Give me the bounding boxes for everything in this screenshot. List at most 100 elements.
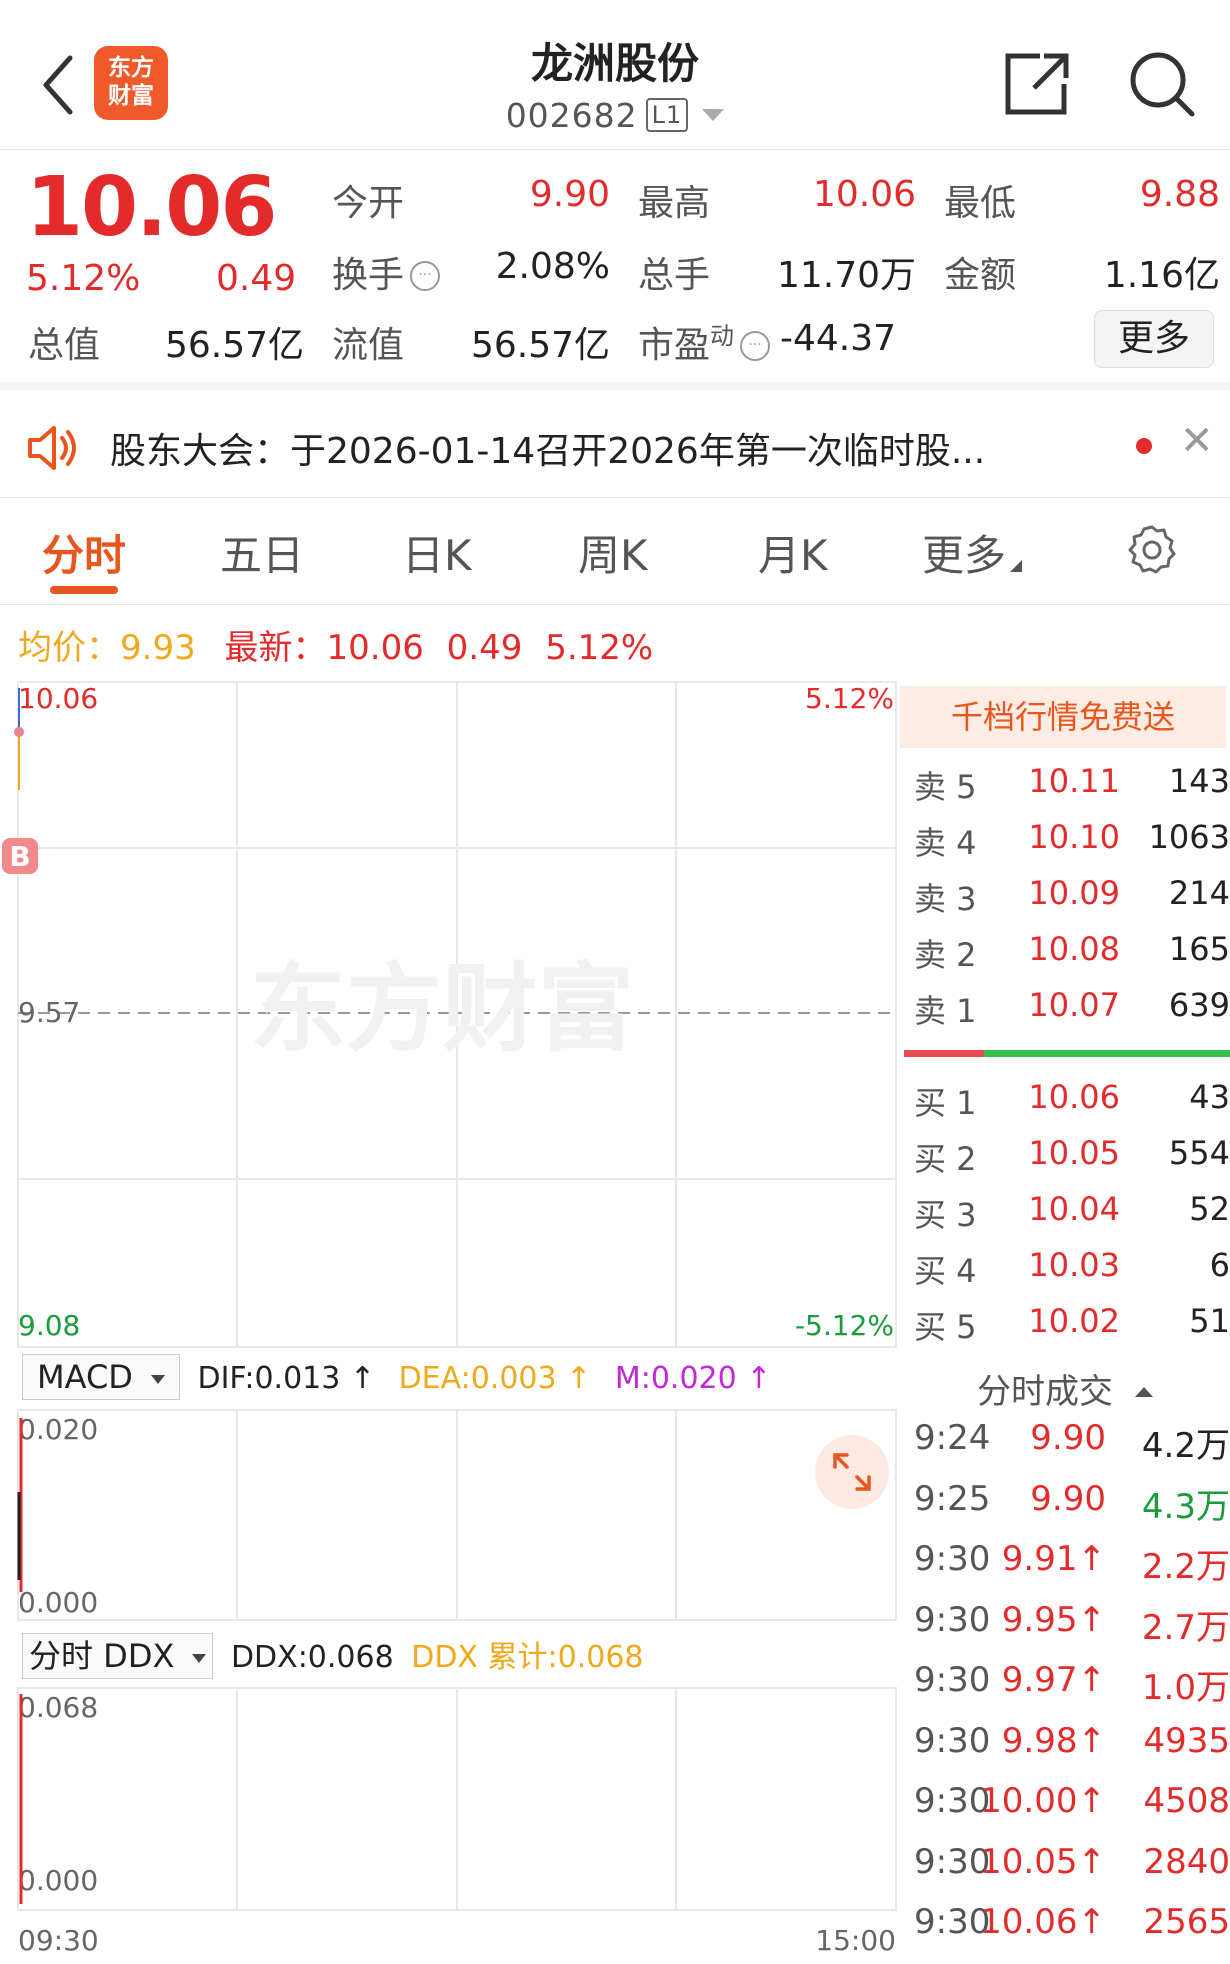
trade-volume: 4508 xyxy=(1143,1781,1230,1821)
avg-price-label: 均价： xyxy=(18,628,120,668)
trade-volume: 4.2万 xyxy=(1141,1426,1230,1466)
trade-volume: 4.3万 xyxy=(1141,1486,1230,1527)
trade-time: 9:30 xyxy=(914,1781,991,1821)
ddx-indicator-bar: 分时 DDX DDX:0.068 DDX 累计:0.068 xyxy=(22,1632,644,1680)
trade-row: 9:30 10.06↑ 2565 xyxy=(914,1902,1230,1960)
search-icon[interactable] xyxy=(1128,50,1198,120)
quote-panel: 10.06 5.12% 0.49 今开 9.90 最高 10.06 最低 9.8… xyxy=(0,150,1230,390)
high-label: 最高 xyxy=(638,183,711,224)
price-line-info: 均价：9.93 最新：10.06 0.49 5.12% xyxy=(18,620,653,669)
trade-volume: 1.0万 xyxy=(1141,1668,1230,1708)
announcement-text[interactable]: 股东大会：于2026-01-14召开2026年第一次临时股... xyxy=(110,422,985,474)
ddx-y-bottom: 0.000 xyxy=(18,1864,98,1897)
latest-value: 10.06 xyxy=(326,628,424,668)
more-quote-button[interactable]: 更多 xyxy=(1094,310,1214,368)
tab-five-day[interactable]: 五日 xyxy=(220,522,304,583)
info-icon[interactable]: ··· xyxy=(740,331,771,361)
x-axis-end-label: 15:00 xyxy=(815,1924,896,1957)
turnover-value: 2.08% xyxy=(495,246,610,287)
macd-panel-grid xyxy=(17,1409,897,1621)
market-cap-value: 56.57亿 xyxy=(164,325,304,366)
depth-promo-banner[interactable]: 千档行情免费送 xyxy=(900,686,1226,748)
bid-row-4: 买 4 10.03 6 xyxy=(914,1246,1230,1302)
ddx-selector-label: 分时 DDX xyxy=(29,1637,175,1675)
price-marker xyxy=(14,727,24,737)
intraday-chart[interactable]: 东方财富 10.06 9.57 9.08 5.12% -5.12% B 0.02… xyxy=(0,680,900,1964)
ask-row-5: 卖 5 10.11 143 xyxy=(914,762,1230,818)
ddx-cumulative: DDX 累计:0.068 xyxy=(411,1640,644,1675)
pe-value: -44.37 xyxy=(780,318,897,359)
ask-row-1: 卖 1 10.07 639 xyxy=(914,986,1230,1042)
chevron-down-icon[interactable] xyxy=(702,109,725,121)
trade-time: 9:30 xyxy=(914,1660,991,1700)
bid-price: 10.06 xyxy=(1028,1078,1120,1116)
tab-weekly-k[interactable]: 周K xyxy=(578,522,648,583)
expand-icon xyxy=(833,1453,871,1491)
trade-price: 10.05↑ xyxy=(980,1841,1106,1882)
macd-y-bottom: 0.000 xyxy=(18,1586,98,1619)
latest-change: 0.49 xyxy=(446,628,523,668)
ask-volume: 639 xyxy=(1168,986,1230,1024)
bid-row-5: 买 5 10.02 51 xyxy=(914,1302,1230,1358)
trade-row: 9:25 9.90 4.3万 xyxy=(914,1479,1230,1537)
change-amount: 0.49 xyxy=(216,258,297,299)
bid-label: 买 5 xyxy=(914,1308,977,1346)
turnover-label-text: 换手 xyxy=(332,255,405,296)
bid-row-2: 买 2 10.05 554 xyxy=(914,1134,1230,1190)
gear-icon[interactable] xyxy=(1126,524,1178,576)
ddx-selector[interactable]: 分时 DDX xyxy=(22,1633,214,1679)
ask-volume: 143 xyxy=(1168,762,1230,800)
latest-label: 最新： xyxy=(224,628,327,668)
trade-time: 9:25 xyxy=(914,1478,991,1519)
ask-label: 卖 5 xyxy=(914,768,977,806)
macd-dea: DEA:0.003 ↑ xyxy=(398,1361,592,1396)
bid-volume: 52 xyxy=(1189,1190,1230,1228)
tab-daily-k[interactable]: 日K xyxy=(402,522,472,583)
ddx-panel-grid xyxy=(17,1687,897,1911)
ask-volume: 1063 xyxy=(1148,818,1230,856)
bid-volume: 6 xyxy=(1209,1246,1230,1284)
close-icon[interactable]: ✕ xyxy=(1180,418,1214,464)
pe-label[interactable]: 市盈动 ··· xyxy=(638,316,771,368)
bid-volume: 43 xyxy=(1189,1078,1230,1116)
info-icon[interactable]: ··· xyxy=(410,261,441,291)
bid-price: 10.04 xyxy=(1028,1190,1120,1228)
ask-price: 10.09 xyxy=(1028,874,1120,912)
trade-price: 9.91↑ xyxy=(1001,1539,1106,1579)
share-icon[interactable] xyxy=(1000,50,1072,118)
trade-volume: 2.2万 xyxy=(1141,1547,1230,1587)
pe-label-text: 市盈 xyxy=(638,325,711,366)
bid-price: 10.05 xyxy=(1028,1134,1120,1172)
ask-row-3: 卖 3 10.09 214 xyxy=(914,874,1230,930)
watermark: 东方财富 xyxy=(250,953,634,1065)
trade-price: 9.98↑ xyxy=(1001,1720,1106,1761)
tab-more[interactable]: 更多 xyxy=(922,522,1023,583)
trade-price: 9.97↑ xyxy=(1001,1660,1106,1700)
ask-volume: 165 xyxy=(1168,930,1230,968)
announcement-bar[interactable]: 股东大会：于2026-01-14召开2026年第一次临时股... ✕ xyxy=(0,398,1230,498)
ask-label: 卖 2 xyxy=(914,936,977,974)
latest-percent: 5.12% xyxy=(545,628,654,668)
buy-marker-label: B xyxy=(9,840,30,873)
trades-title: 分时成交 xyxy=(977,1372,1113,1412)
ask-price: 10.07 xyxy=(1028,986,1120,1024)
tab-monthly-k[interactable]: 月K xyxy=(758,522,828,583)
bid-row-1: 买 1 10.06 43 xyxy=(914,1078,1230,1134)
current-price: 10.06 xyxy=(26,160,277,255)
active-tab-indicator xyxy=(50,586,118,594)
tab-intraday[interactable]: 分时 xyxy=(42,522,126,583)
pct-axis-bottom-label: -5.12% xyxy=(795,1309,894,1342)
x-axis-start-label: 09:30 xyxy=(18,1924,99,1957)
caret-down-icon xyxy=(150,1375,165,1384)
trades-header[interactable]: 分时成交 xyxy=(900,1364,1230,1413)
market-cap-label: 总值 xyxy=(28,325,101,366)
change-percent: 5.12% xyxy=(26,258,141,299)
turnover-label[interactable]: 换手 ··· xyxy=(332,246,441,298)
expand-chart-button[interactable] xyxy=(815,1435,889,1509)
trade-row: 9:30 9.95↑ 2.7万 xyxy=(914,1600,1230,1658)
macd-selector[interactable]: MACD xyxy=(22,1354,180,1400)
trade-price: 10.00↑ xyxy=(980,1781,1106,1821)
caret-down-icon xyxy=(192,1654,207,1663)
trade-time: 9:30 xyxy=(914,1720,991,1761)
float-cap-label: 流值 xyxy=(332,325,405,366)
